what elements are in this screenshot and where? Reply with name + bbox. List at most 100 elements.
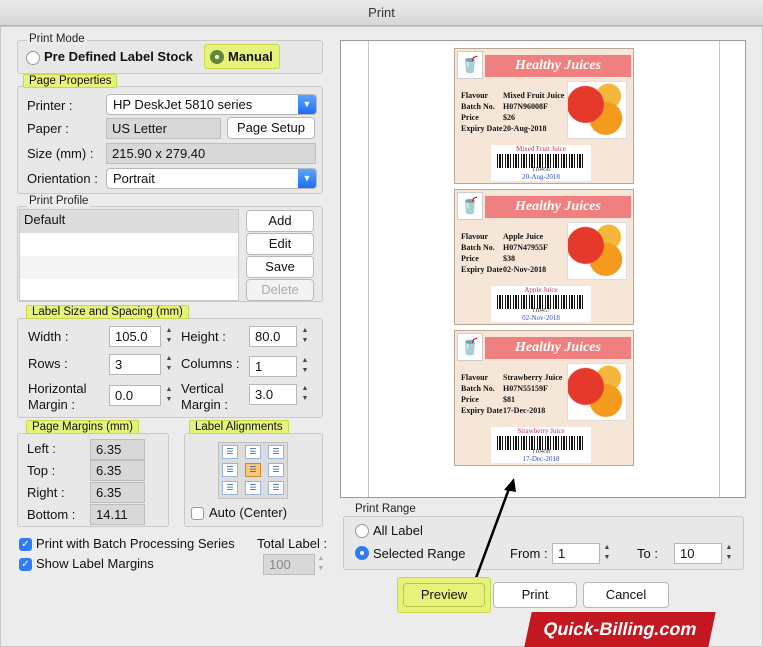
width-input[interactable]: 105.0 xyxy=(109,326,161,347)
barcode-text: Mixed Fruit Juice xyxy=(516,145,566,153)
fruit-image xyxy=(567,222,627,280)
vmargin-input[interactable]: 3.0 xyxy=(249,384,297,405)
from-stepper[interactable]: ▲ ▼ xyxy=(602,543,612,564)
batch-value: H07N55159F xyxy=(503,384,548,393)
paper-field: US Letter xyxy=(106,118,221,139)
vmargin-label-1: Vertical xyxy=(181,381,224,396)
batch-checkbox[interactable]: ✓ xyxy=(19,538,32,551)
save-button[interactable]: Save xyxy=(246,256,314,278)
quick-billing-watermark: Quick-Billing.com xyxy=(524,612,716,647)
delete-button[interactable]: Delete xyxy=(246,279,314,301)
predefined-radio[interactable] xyxy=(26,51,40,65)
barcode-date: 17-Dec-2018 xyxy=(522,455,560,463)
align-bottom-right-icon[interactable]: ☰ xyxy=(268,481,284,495)
vmargin-label-2: Margin : xyxy=(181,397,228,412)
list-item[interactable]: Default xyxy=(20,210,238,233)
label-preview: 🥤 Healthy Juices Flavour Mixed Fruit Juic… xyxy=(454,48,634,184)
batch-key: Batch No. xyxy=(461,243,495,252)
rows-input[interactable]: 3 xyxy=(109,354,161,375)
align-middle-center-icon[interactable]: ☰ xyxy=(245,463,261,477)
hmargin-label-2: Margin : xyxy=(28,397,75,412)
price-key: Price xyxy=(461,395,479,404)
width-stepper[interactable]: ▲ ▼ xyxy=(164,326,174,347)
expiry-value: 17-Dec-2018 xyxy=(503,406,546,415)
align-bottom-center-icon[interactable]: ☰ xyxy=(245,481,261,495)
price-value: $81 xyxy=(503,395,515,404)
barcode: Apple Juice 110457 02-Nov-2018 xyxy=(491,286,591,322)
juice-glass-icon: 🥤 xyxy=(457,51,483,79)
barcode: Strawberry Juice 110458 17-Dec-2018 xyxy=(491,427,591,463)
barcode-date: 02-Nov-2018 xyxy=(522,314,560,322)
label-preview: 🥤 Healthy Juices Flavour Apple Juice Batc… xyxy=(454,189,634,325)
align-middle-right-icon[interactable]: ☰ xyxy=(268,463,284,477)
label-title: Healthy Juices xyxy=(485,196,631,218)
add-button[interactable]: Add xyxy=(246,210,314,232)
from-input[interactable]: 1 xyxy=(552,543,600,564)
align-middle-left-icon[interactable]: ☰ xyxy=(222,463,238,477)
to-stepper[interactable]: ▲ ▼ xyxy=(724,543,734,564)
printer-label: Printer : xyxy=(27,98,73,113)
list-item-empty xyxy=(20,233,238,256)
chevron-down-icon: ▼ xyxy=(298,169,316,188)
align-top-left-icon[interactable]: ☰ xyxy=(222,445,238,459)
show-margins-label: Show Label Margins xyxy=(36,556,154,571)
vmargin-stepper[interactable]: ▲ ▼ xyxy=(300,384,310,405)
selected-range-text: Selected Range xyxy=(373,546,466,561)
expiry-value: 20-Aug-2018 xyxy=(503,124,547,133)
height-input[interactable]: 80.0 xyxy=(249,326,297,347)
margin-bottom-field: 14.11 xyxy=(90,504,145,525)
page-margins-label: Page Margins (mm) xyxy=(26,420,139,434)
margin-top-label: Top : xyxy=(27,463,56,478)
label-alignments-label: Label Alignments xyxy=(189,420,289,434)
all-label-radio[interactable] xyxy=(355,524,369,538)
print-range-label: Print Range xyxy=(353,503,418,515)
label-size-label: Label Size and Spacing (mm) xyxy=(26,305,189,319)
auto-center-checkbox[interactable] xyxy=(191,507,204,520)
total-stepper: ▲ ▼ xyxy=(317,555,325,572)
manual-radio[interactable] xyxy=(210,50,224,64)
to-input[interactable]: 10 xyxy=(674,543,722,564)
cancel-button[interactable]: Cancel xyxy=(583,582,669,608)
rows-label: Rows : xyxy=(28,356,68,371)
profile-list[interactable]: Default xyxy=(19,209,239,301)
width-label: Width : xyxy=(28,329,69,344)
show-margins-checkbox[interactable]: ✓ xyxy=(19,558,32,571)
total-field: 100 xyxy=(263,554,315,575)
batch-value: H07N47955F xyxy=(503,243,548,252)
selected-range-radio[interactable] xyxy=(355,546,369,560)
page-setup-button[interactable]: Page Setup xyxy=(227,117,315,139)
edit-button[interactable]: Edit xyxy=(246,233,314,255)
align-top-right-icon[interactable]: ☰ xyxy=(268,445,284,459)
margin-bottom-label: Bottom : xyxy=(27,507,76,522)
hmargin-label-1: Horizontal xyxy=(28,381,87,396)
fruit-image xyxy=(567,81,627,139)
columns-input[interactable]: 1 xyxy=(249,356,297,377)
all-label-text: All Label xyxy=(373,523,423,538)
window-title: Print xyxy=(0,0,763,26)
align-top-center-icon[interactable]: ☰ xyxy=(245,445,261,459)
orientation-select[interactable]: Portrait ▼ xyxy=(106,168,317,189)
expiry-value: 02-Nov-2018 xyxy=(503,265,547,274)
expiry-key: Expiry Date xyxy=(461,124,503,133)
flavour-key: Flavour xyxy=(461,373,489,382)
size-label: Size (mm) : xyxy=(27,146,94,161)
manual-label: Manual xyxy=(228,49,273,64)
barcode-bars xyxy=(497,436,585,450)
size-field: 215.90 x 279.40 xyxy=(106,143,316,164)
barcode-bars xyxy=(497,154,585,168)
flavour-value: Mixed Fruit Juice xyxy=(503,91,565,100)
preview-button[interactable]: Preview xyxy=(403,583,485,607)
columns-stepper[interactable]: ▲ ▼ xyxy=(300,356,310,377)
list-item-empty xyxy=(20,256,238,279)
paper-label: Paper : xyxy=(27,121,69,136)
align-bottom-left-icon[interactable]: ☰ xyxy=(222,481,238,495)
printer-value: HP DeskJet 5810 series xyxy=(113,97,253,112)
annotation-arrow xyxy=(474,478,516,579)
hmargin-stepper[interactable]: ▲ ▼ xyxy=(164,385,174,406)
total-label: Total Label : xyxy=(257,536,328,551)
height-stepper[interactable]: ▲ ▼ xyxy=(300,326,310,347)
rows-stepper[interactable]: ▲ ▼ xyxy=(164,354,174,375)
printer-select[interactable]: HP DeskJet 5810 series ▼ xyxy=(106,94,317,115)
print-button[interactable]: Print xyxy=(493,582,577,608)
hmargin-input[interactable]: 0.0 xyxy=(109,385,161,406)
